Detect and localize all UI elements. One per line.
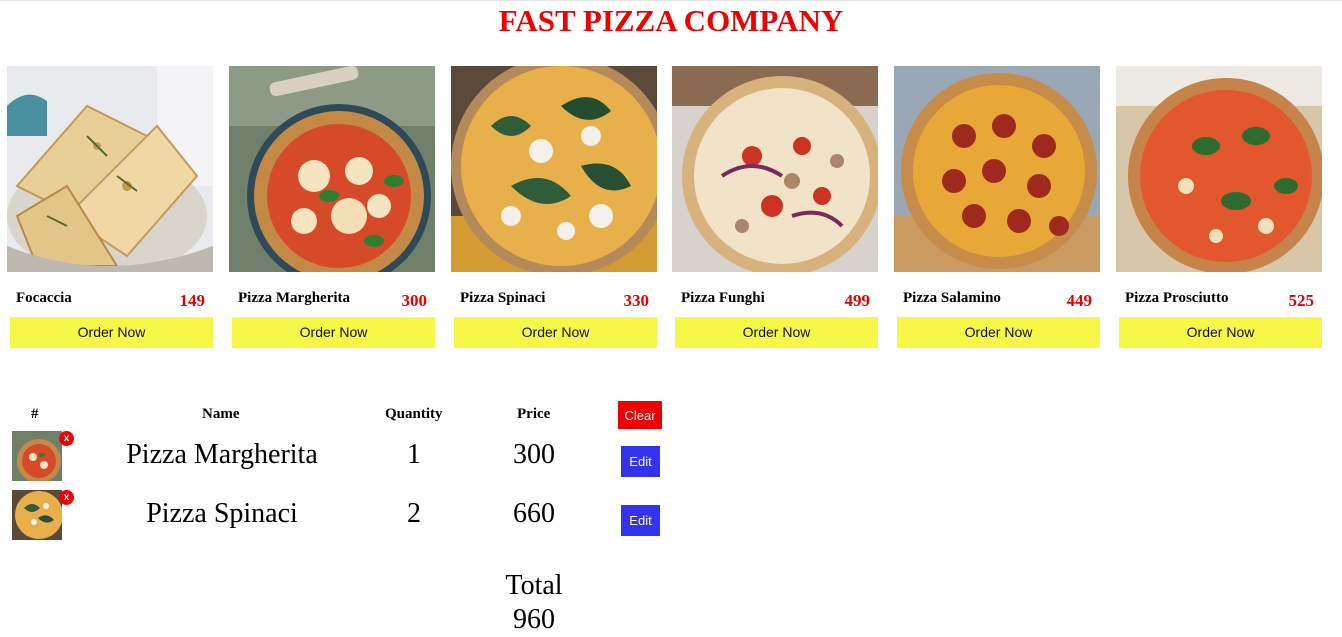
product-image-margherita [229,66,435,272]
product-image-salamino [894,66,1100,272]
product-card-salamino: Pizza Salamino 449 Order Now [894,66,1100,348]
product-price: 449 [1066,291,1093,310]
product-card-prosciutto: Pizza Prosciutto 525 Order Now [1116,66,1322,348]
product-name: Pizza Prosciutto [1125,290,1229,306]
order-now-button-salamino[interactable]: Order Now [897,317,1100,348]
product-card-funghi: Pizza Funghi 499 Order Now [672,66,878,348]
edit-item-button[interactable]: Edit [621,505,660,536]
product-image-spinaci [451,66,657,272]
product-card-focaccia: Focaccia 149 Order Now [7,66,213,348]
order-now-button-prosciutto[interactable]: Order Now [1119,317,1322,348]
column-header-price: Price [517,406,551,422]
column-header-quantity: Quantity [385,406,443,422]
cart-item-thumbnail [12,490,62,540]
product-price: 525 [1288,291,1315,310]
cart-item-quantity: 1 [407,439,421,470]
product-card-spinaci: Pizza Spinaci 330 Order Now [451,66,657,348]
cart-item-name: Pizza Margherita [126,439,318,470]
cart-row: x Pizza Spinaci 2 660 Edit [0,490,700,542]
order-now-button-margherita[interactable]: Order Now [232,317,435,348]
cart-item-quantity: 2 [407,498,421,529]
product-price: 300 [401,291,428,310]
order-now-button-focaccia[interactable]: Order Now [10,317,213,348]
product-image-prosciutto [1116,66,1322,272]
product-price: 499 [844,291,871,310]
product-grid: Focaccia 149 Order Now Pizza Margherita [7,66,1327,356]
remove-item-icon[interactable]: x [59,431,74,446]
product-name: Focaccia [16,290,72,306]
product-name: Pizza Spinaci [460,290,546,306]
order-now-button-spinaci[interactable]: Order Now [454,317,657,348]
product-price: 149 [179,291,206,310]
product-image-focaccia [7,66,213,272]
product-card-margherita: Pizza Margherita 300 Order Now [229,66,435,348]
column-header-index: # [31,406,39,422]
cart-item-price: 660 [513,498,555,529]
total-label: Total [505,570,563,601]
remove-item-icon[interactable]: x [59,490,74,505]
product-name: Pizza Funghi [681,290,765,306]
product-name: Pizza Margherita [238,290,351,306]
column-header-name: Name [202,406,240,422]
cart-item-name: Pizza Spinaci [146,498,298,529]
product-image-funghi [672,66,878,272]
cart-table: # Name Quantity Price Clear x Pizza Marg… [0,401,700,635]
clear-cart-button[interactable]: Clear [618,401,662,429]
page-title: FAST PIZZA COMPANY [498,3,844,38]
cart-item-thumbnail [12,431,62,481]
total-value: 960 [513,604,555,635]
product-price: 330 [623,291,650,310]
cart-row: x Pizza Margherita 1 300 Edit [0,431,700,483]
cart-item-price: 300 [513,439,555,470]
product-name: Pizza Salamino [903,290,1001,306]
edit-item-button[interactable]: Edit [621,446,660,477]
order-now-button-funghi[interactable]: Order Now [675,317,878,348]
